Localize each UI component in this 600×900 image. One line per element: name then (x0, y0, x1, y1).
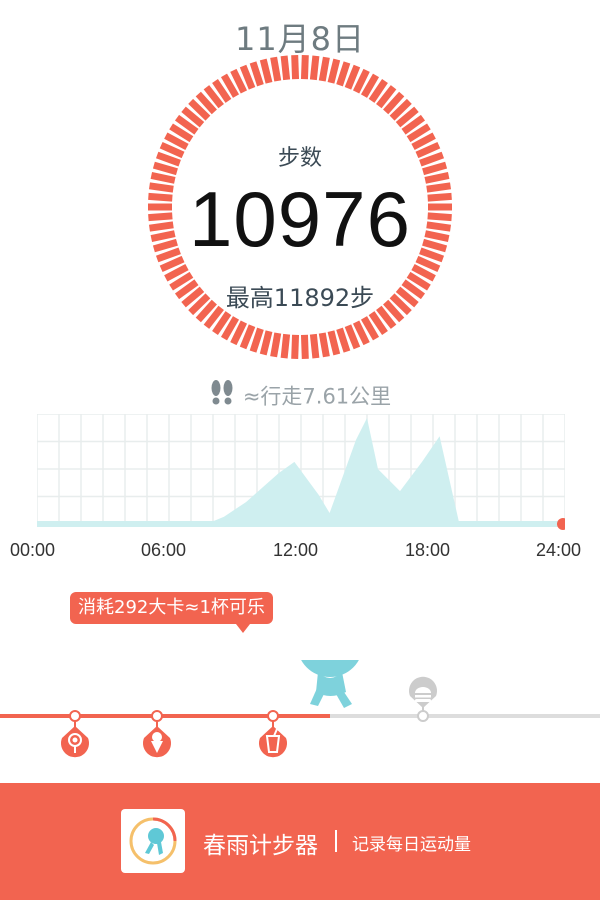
calorie-bubble: 消耗292大卡≈1杯可乐 (70, 592, 273, 624)
ring-tick (249, 327, 264, 353)
x-tick-label: 06:00 (141, 540, 187, 560)
x-tick-label: 24:00 (536, 540, 582, 560)
steps-count: 10976 (189, 175, 411, 263)
footprints-icon (209, 378, 235, 413)
ring-tick (280, 333, 291, 359)
x-tick-label: 18:00 (405, 540, 451, 560)
ring-tick (300, 334, 309, 360)
ring-tick (318, 332, 330, 358)
steps-record: 最高11892步 (225, 284, 375, 312)
steps-area-chart (37, 414, 565, 530)
distance-info: ≈行走7.61公里 (0, 378, 600, 413)
steps-label: 步数 (277, 146, 322, 171)
mascot-icon (301, 660, 359, 708)
ring-tick (336, 327, 351, 353)
ring-tick (239, 64, 256, 90)
ring-tick (259, 58, 273, 84)
ring-tick (318, 56, 330, 82)
distance-text: ≈行走7.61公里 (242, 384, 392, 409)
ring-tick (309, 333, 320, 359)
app-slogan: 记录每日运动量 (352, 835, 471, 855)
food-timeline (0, 660, 600, 770)
x-tick-label: 12:00 (273, 540, 319, 560)
ring-tick (327, 330, 341, 356)
ring-tick (291, 54, 300, 80)
ring-tick (249, 61, 264, 87)
chart-baseline (37, 521, 565, 527)
ring-tick (259, 330, 273, 356)
current-time-marker (557, 518, 565, 530)
ring-tick (344, 64, 361, 90)
x-tick-label: 00:00 (10, 540, 56, 560)
footer-divider (335, 830, 337, 852)
ring-tick (270, 332, 282, 358)
ring-tick (270, 56, 282, 82)
ring-tick (327, 58, 341, 84)
ring-tick (300, 54, 309, 80)
app-logo-icon[interactable] (121, 809, 185, 873)
ring-tick (309, 55, 320, 81)
ring-tick (291, 334, 300, 360)
app-name: 春雨计步器 (203, 833, 318, 859)
ring-tick (280, 55, 291, 81)
calorie-bubble-tail (236, 624, 250, 633)
ring-tick (336, 61, 351, 87)
ring-tick (239, 324, 256, 350)
steps-chart (37, 414, 565, 530)
ring-tick (344, 324, 361, 350)
footer-banner[interactable]: 春雨计步器 记录每日运动量 (0, 783, 600, 900)
steps-ring: 步数 10976 最高11892步 (145, 52, 455, 362)
